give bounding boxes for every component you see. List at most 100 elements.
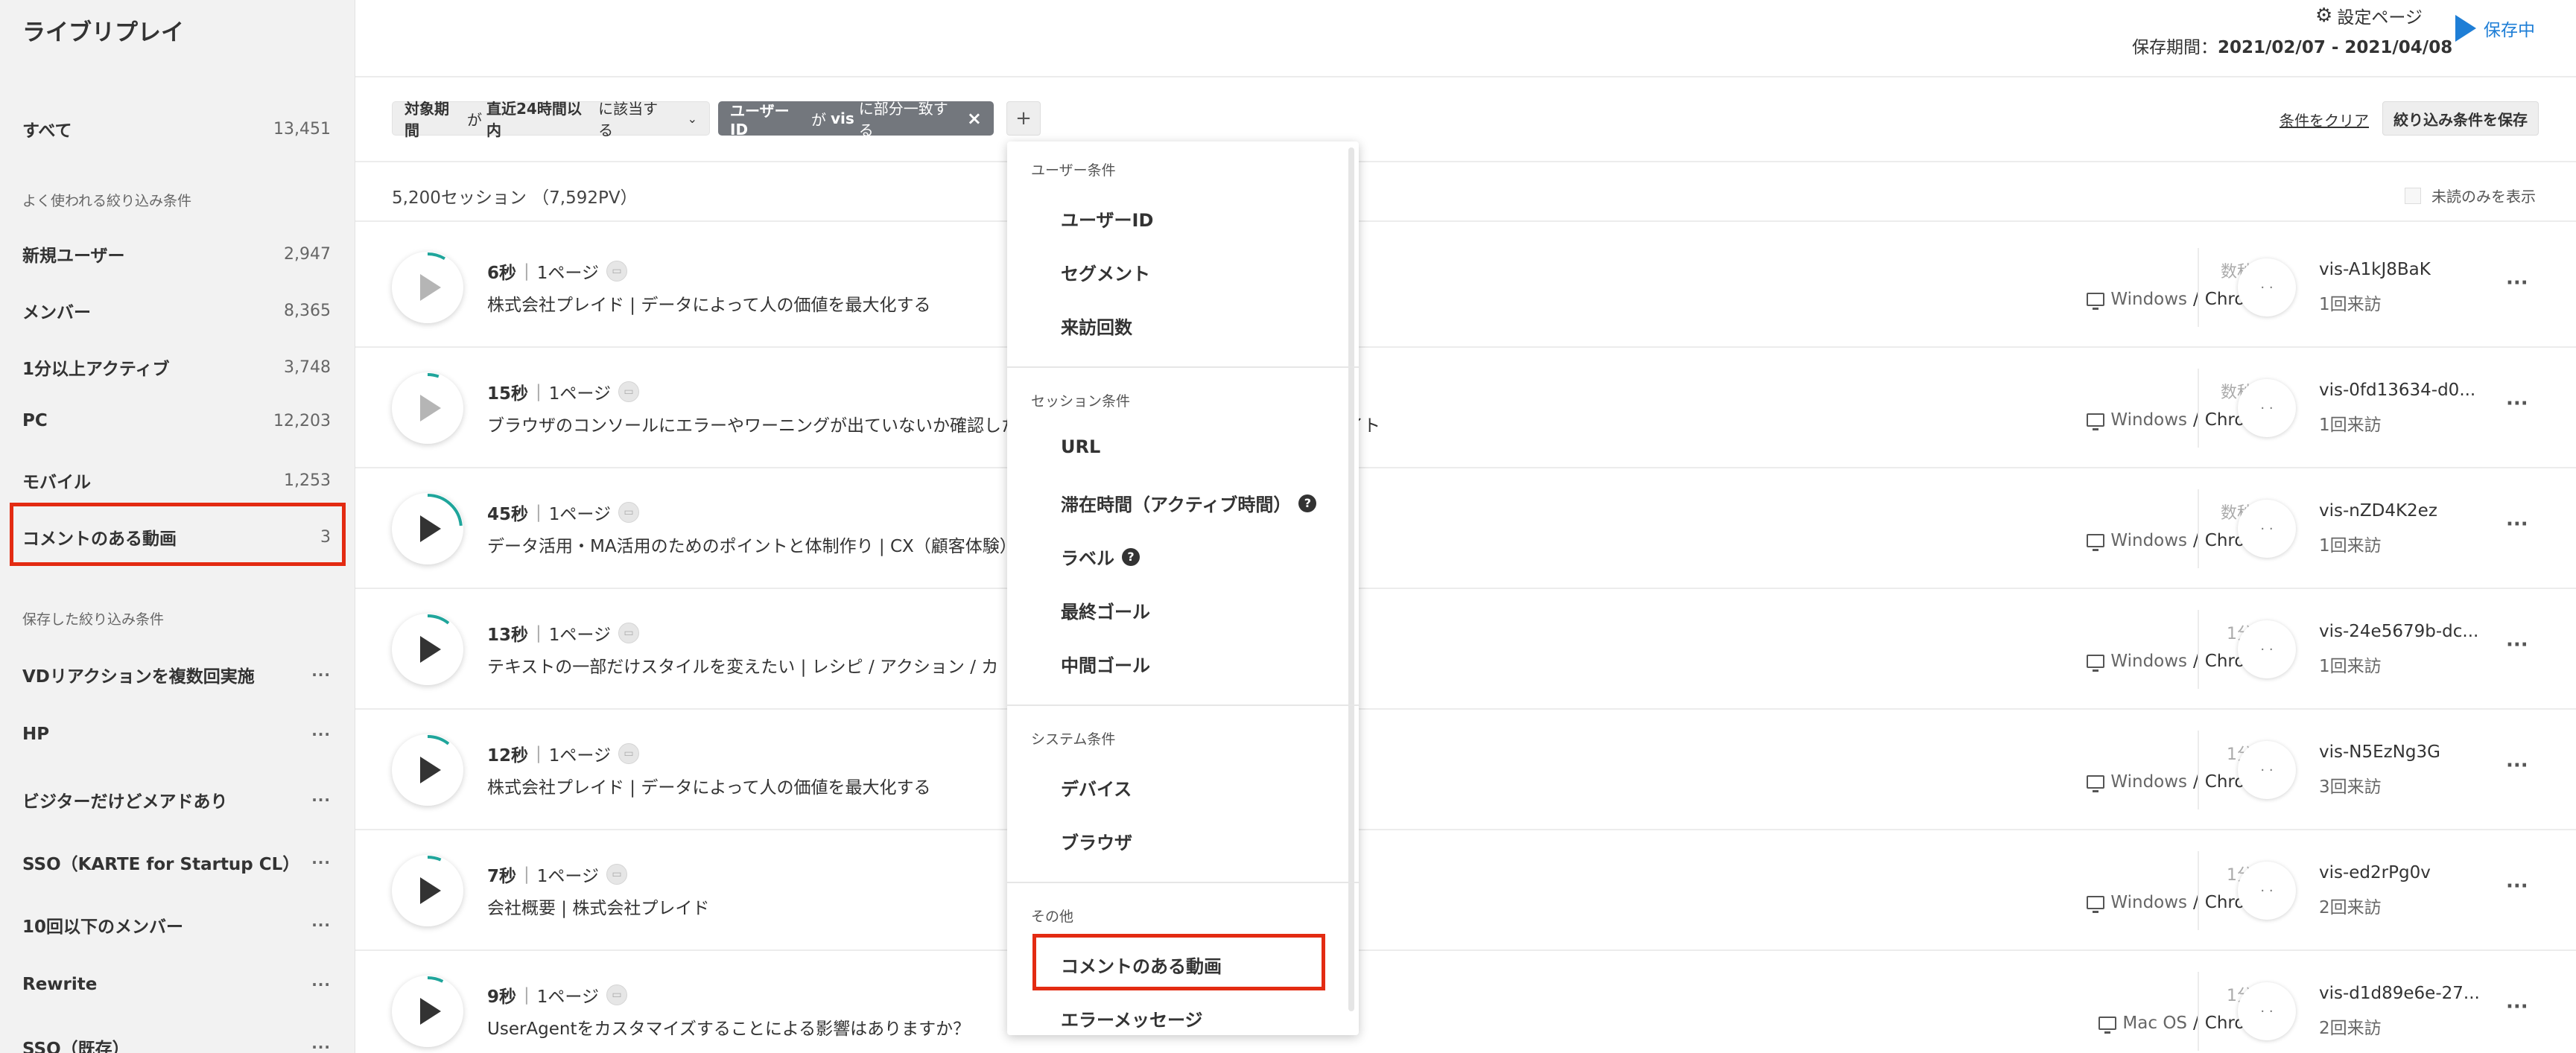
comment-icon[interactable]: ▭ [618,381,639,402]
saved-filter-item[interactable]: 10回以下のメンバー ··· [22,912,331,938]
session-row[interactable]: 13秒 | 1ページ ▭ テキストの一部だけスタイルを変えたい | レシピ / アクショ… [355,589,2576,710]
comment-icon[interactable]: ▭ [618,623,639,643]
more-icon[interactable]: ··· [311,853,331,871]
comment-icon[interactable]: ▭ [618,743,639,764]
session-row[interactable]: 12秒 | 1ページ ▭ 株式会社プレイド | データによって人の価値を最大化する 1分前… [355,710,2576,830]
divider [2198,972,2199,1051]
sidebar-item-all[interactable]: すべて 13,451 [22,116,331,141]
visitor-id[interactable]: vis-0fd13634-d0... [2319,381,2475,400]
comment-icon[interactable]: ▭ [606,261,627,281]
more-icon[interactable]: ··· [2506,634,2528,656]
sidebar-item-pc[interactable]: PC 12,203 [22,411,331,430]
more-icon[interactable]: ··· [2506,996,2528,1018]
comment-icon[interactable]: ▭ [606,984,627,1005]
avatar[interactable]: · · [2238,620,2296,678]
dropdown-item-device[interactable]: デバイス [1061,774,1132,801]
clear-filters-link[interactable]: 条件をクリア [2280,109,2369,130]
session-title[interactable]: 株式会社プレイド | データによって人の価値を最大化する [487,290,931,316]
dropdown-item-mid-goal[interactable]: 中間ゴール [1061,651,1150,677]
avatar[interactable]: · · [2238,379,2296,437]
sidebar-item-mobile[interactable]: モバイル 1,253 [22,468,331,493]
session-row[interactable]: 6秒 | 1ページ ▭ 株式会社プレイド | データによって人の価値を最大化する 数秒前 W… [355,227,2576,348]
dropdown-item-url[interactable]: URL [1061,436,1100,457]
session-row[interactable]: 9秒 | 1ページ ▭ UserAgentをカスタマイズすることによる影響はありますか？… [355,951,2576,1053]
saved-filter-item[interactable]: ビジターだけどメアドあり ··· [22,787,331,812]
saving-indicator[interactable]: 保存中 [2455,15,2535,42]
monitor-icon [2087,293,2105,310]
session-count: 5,200セッション （7,592PV） [392,188,638,208]
more-icon[interactable]: ··· [311,666,331,684]
more-icon[interactable]: ··· [2506,513,2528,535]
avatar[interactable]: · · [2238,258,2296,316]
more-icon[interactable]: ··· [311,791,331,809]
saved-filter-item[interactable]: SSO（KARTE for Startup CL） ··· [22,850,331,875]
session-row[interactable]: 15秒 | 1ページ ▭ ブラウザのコンソールにエラーやワーニングが出ていないか確認した… [355,348,2576,468]
session-pages: 1ページ [536,987,599,1007]
visitor-id[interactable]: vis-d1d89e6e-27... [2319,984,2480,1003]
filter-chip-period[interactable]: 対象期間 が 直近24時間以内 に該当する ⌄ [392,100,710,139]
play-button[interactable] [392,976,463,1047]
visit-count: 1回来訪 [2319,416,2382,435]
session-title[interactable]: UserAgentをカスタマイズすることによる影響はありますか？ [487,1014,970,1040]
visitor-id[interactable]: vis-nZD4K2ez [2319,501,2437,521]
session-title[interactable]: 株式会社プレイド | データによって人の価値を最大化する [487,773,931,798]
play-button[interactable] [392,734,463,806]
more-icon[interactable]: ··· [311,1038,331,1053]
session-pages: 1ページ [548,505,611,524]
more-icon[interactable]: ··· [2506,272,2528,294]
session-meta: 6秒 | 1ページ ▭ [487,258,627,284]
save-filter-button[interactable]: 絞り込み条件を保存 [2382,101,2539,136]
unread-only-toggle[interactable]: 未読のみを表示 [2405,185,2536,206]
dropdown-item-browser[interactable]: ブラウザ [1061,828,1132,854]
session-title[interactable]: データ活用・MA活用のためのポイントと体制作り | CX（顧客体験） [487,532,1017,557]
session-title[interactable]: 会社概要 | 株式会社プレイド [487,894,709,919]
avatar[interactable]: · · [2238,862,2296,920]
visitor-id[interactable]: vis-24e5679b-dc... [2319,622,2478,641]
play-button[interactable] [392,252,463,323]
visitor-id[interactable]: vis-A1kJ8BaK [2319,260,2431,279]
session-title[interactable]: テキストの一部だけスタイルを変えたい | レシピ / アクション / カ [487,652,998,678]
saved-filter-item[interactable]: SSO（既存） ··· [22,1034,331,1053]
saved-filter-item[interactable]: HP ··· [22,725,331,744]
saved-filter-item[interactable]: VDリアクションを複数回実施 ··· [22,662,331,687]
dropdown-item-segment[interactable]: セグメント [1061,259,1150,285]
saved-filter-label: SSO（KARTE for Startup CL） [22,855,300,874]
play-button[interactable] [392,855,463,926]
dropdown-item-label[interactable]: ラベル ? [1061,544,1140,570]
add-filter-dropdown: ユーザー条件 ユーザーID セグメント 来訪回数 セッション条件 URL 滞在時… [1007,141,1359,1035]
visitor-id[interactable]: vis-N5EzNg3G [2319,742,2440,762]
filter-chip-user-id[interactable]: ユーザーID が vis に部分一致する × [718,100,994,139]
dropdown-item-duration[interactable]: 滞在時間（アクティブ時間） ? [1061,490,1317,516]
avatar[interactable]: · · [2238,500,2296,558]
sidebar-item-active-1min[interactable]: 1分以上アクティブ 3,748 [22,354,331,380]
help-icon[interactable]: ? [1298,494,1317,512]
session-row[interactable]: 7秒 | 1ページ ▭ 会社概要 | 株式会社プレイド 1分前 Windows/Chrome… [355,830,2576,951]
play-button[interactable] [392,372,463,444]
more-icon[interactable]: ··· [2506,754,2528,777]
more-icon[interactable]: ··· [311,916,331,934]
comment-icon[interactable]: ▭ [618,502,639,523]
visitor-id[interactable]: vis-ed2rPg0v [2319,863,2431,882]
dropdown-item-visit-count[interactable]: 来訪回数 [1061,313,1132,339]
saved-filter-item[interactable]: Rewrite ··· [22,975,331,994]
dropdown-item-error-message[interactable]: エラーメッセージ [1061,1005,1203,1031]
dropdown-item-user-id[interactable]: ユーザーID [1061,206,1153,232]
more-icon[interactable]: ··· [311,976,331,993]
avatar[interactable]: · · [2238,741,2296,799]
checkbox[interactable] [2405,187,2421,204]
play-button[interactable] [392,493,463,564]
close-icon[interactable]: × [967,108,982,129]
more-icon[interactable]: ··· [2506,875,2528,897]
sidebar-item-members[interactable]: メンバー 8,365 [22,298,331,323]
comment-icon[interactable]: ▭ [606,864,627,885]
dropdown-item-final-goal[interactable]: 最終ゴール [1061,597,1150,623]
settings-link[interactable]: ⚙ 設定ページ [2315,3,2423,28]
avatar[interactable]: · · [2238,982,2296,1040]
play-button[interactable] [392,614,463,685]
session-row[interactable]: 45秒 | 1ページ ▭ データ活用・MA活用のためのポイントと体制作り | CX（顧客… [355,468,2576,589]
sidebar-item-new-users[interactable]: 新規ユーザー 2,947 [22,241,331,267]
more-icon[interactable]: ··· [2506,392,2528,415]
add-filter-button[interactable]: + [1006,101,1041,136]
more-icon[interactable]: ··· [311,725,331,743]
help-icon[interactable]: ? [1122,547,1140,566]
